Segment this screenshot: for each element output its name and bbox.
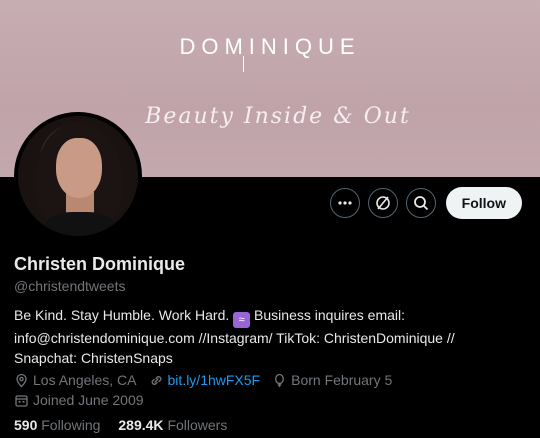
- balloon-icon: [275, 373, 285, 387]
- followers-count: 289.4K: [118, 417, 164, 433]
- more-icon: [338, 201, 352, 205]
- profile-name: Christen Dominique: [14, 254, 186, 274]
- meta-link[interactable]: bit.ly/1hwFX5F: [149, 372, 261, 388]
- bio-line1: Be Kind. Stay Humble. Work Hard.: [14, 307, 230, 323]
- follow-button[interactable]: Follow: [445, 187, 522, 219]
- link-icon: [151, 375, 161, 385]
- following-label: Following: [41, 417, 101, 433]
- bio-line3: Snapchat: ChristenSnaps: [14, 350, 173, 366]
- meta-location: Los Angeles, CA: [14, 372, 137, 388]
- banner-divider: [243, 56, 244, 72]
- meta-birthday: Born February 5: [272, 372, 392, 388]
- joined-text: Joined June 2009: [33, 392, 144, 408]
- location-icon: [16, 373, 27, 387]
- aquarius-icon: ≈: [233, 312, 251, 328]
- meta-joined: Joined June 2009: [14, 392, 144, 408]
- search-button[interactable]: [405, 188, 436, 218]
- birthday-text: Born February 5: [291, 372, 393, 388]
- profile-meta: Los Angeles, CA bit.ly/1hwFX5F Born Febr…: [14, 370, 404, 410]
- following-stat[interactable]: 590 Following: [14, 417, 100, 433]
- profile-stats: 590 Following 289.4K Followers: [14, 417, 245, 433]
- avatar-top: [44, 212, 116, 236]
- profile-handle: @christendtweets: [14, 278, 126, 294]
- banner-brand: DOMINIQUE: [179, 34, 361, 59]
- subscribe-button[interactable]: [367, 188, 398, 218]
- search-icon: [413, 196, 428, 211]
- profile-link[interactable]: bit.ly/1hwFX5F: [168, 372, 261, 388]
- avatar-face: [56, 138, 102, 198]
- avatar-image: [18, 116, 138, 236]
- avatar[interactable]: [14, 112, 142, 240]
- followers-stat[interactable]: 289.4K Followers: [118, 417, 227, 433]
- followers-label: Followers: [167, 417, 228, 433]
- location-text: Los Angeles, CA: [33, 372, 137, 388]
- bio-line2: info@christendominique.com //Instagram/ …: [14, 330, 455, 346]
- profile-actions: Follow: [329, 187, 522, 219]
- profile-bio: Be Kind. Stay Humble. Work Hard. ≈ Busin…: [14, 305, 514, 368]
- no-subscribe-icon: [375, 196, 390, 210]
- more-button[interactable]: [329, 188, 360, 218]
- following-count: 590: [14, 417, 38, 433]
- calendar-icon: [15, 394, 28, 407]
- bio-line1-after: Business inquires email:: [250, 307, 406, 323]
- banner-tagline: Beauty Inside & Out: [145, 104, 411, 129]
